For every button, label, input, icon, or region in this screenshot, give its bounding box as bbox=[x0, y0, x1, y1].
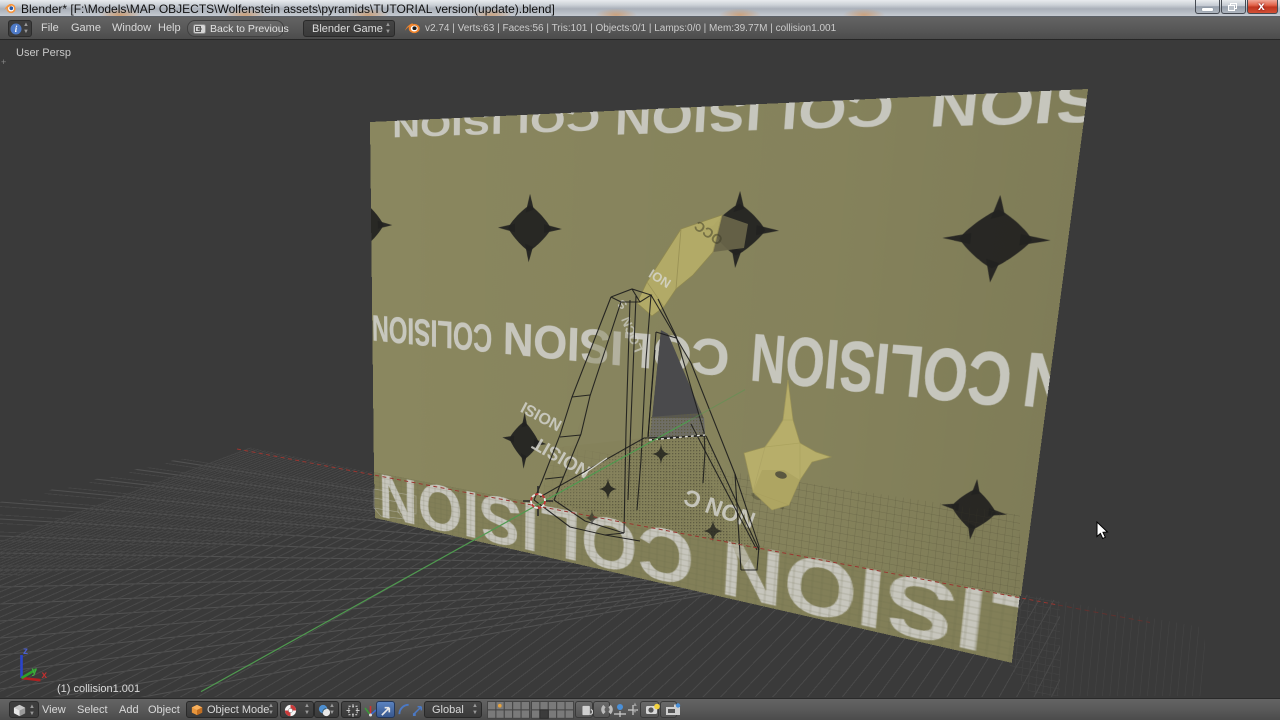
svg-text:NOISI: NOISI bbox=[518, 398, 564, 433]
svg-text:z: z bbox=[23, 646, 28, 657]
svg-text:x: x bbox=[42, 670, 48, 681]
svg-text:y: y bbox=[32, 666, 38, 677]
